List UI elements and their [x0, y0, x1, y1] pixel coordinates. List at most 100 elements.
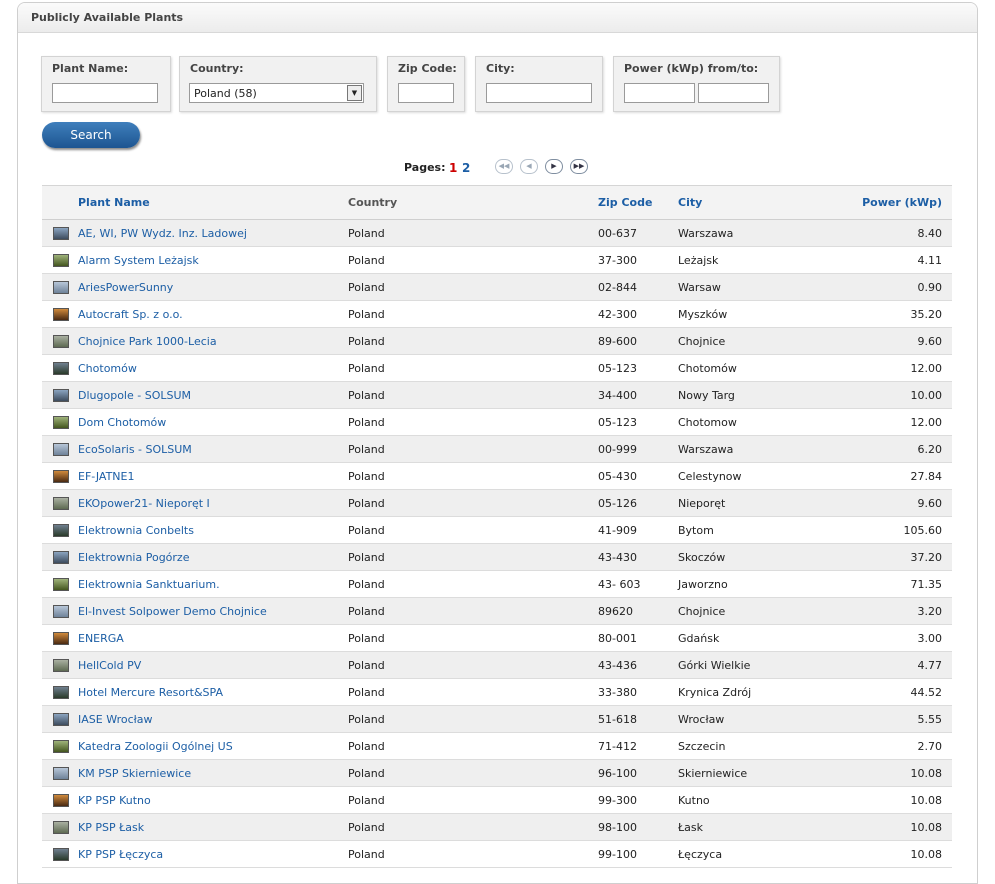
plant-thumbnail-image[interactable]	[53, 847, 69, 861]
plant-name-link[interactable]: Dom Chotomów	[78, 408, 348, 436]
plant-name-link[interactable]: KP PSP Łęczyca	[78, 840, 348, 868]
city-cell: Bytom	[678, 516, 818, 544]
prev-page-icon[interactable]: ◀	[520, 159, 538, 174]
plant-thumbnail-image[interactable]	[53, 577, 69, 591]
table-row[interactable]: Dlugopole - SOLSUM Poland 34-400 Nowy Targ 1…	[42, 381, 952, 409]
table-row[interactable]: KP PSP Kutno Poland 99-300 Kutno 10.08	[42, 786, 952, 814]
plant-name-link[interactable]: KM PSP Skierniewice	[78, 759, 348, 787]
plant-name-link[interactable]: Autocraft Sp. z o.o.	[78, 300, 348, 328]
plant-name-link[interactable]: Alarm System Leżajsk	[78, 246, 348, 274]
table-row[interactable]: EKOpower21- Nieporęt I Poland 05-126 Niepor…	[42, 489, 952, 517]
table-row[interactable]: AriesPowerSunny Poland 02-844 Warsaw 0.90	[42, 273, 952, 301]
table-row[interactable]: HellCold PV Poland 43-436 Górki Wielkie 4.77	[42, 651, 952, 679]
plant-thumbnail-image[interactable]	[53, 766, 69, 780]
table-row[interactable]: Chojnice Park 1000-Lecia Poland 89-600 Choj…	[42, 327, 952, 355]
plant-name-link[interactable]: Elektrownia Pogórze	[78, 543, 348, 571]
col-plant-name[interactable]: Plant Name	[78, 185, 348, 220]
plant-name-link[interactable]: KP PSP Łask	[78, 813, 348, 841]
plant-name-link[interactable]: Dlugopole - SOLSUM	[78, 381, 348, 409]
table-row[interactable]: IASE Wrocław Poland 51-618 Wrocław 5.55	[42, 705, 952, 733]
plant-name-link[interactable]: EF-JATNE1	[78, 462, 348, 490]
plant-name-link[interactable]: IASE Wrocław	[78, 705, 348, 733]
plant-thumbnail-image[interactable]	[53, 685, 69, 699]
col-zip-code[interactable]: Zip Code	[598, 185, 678, 220]
power-to-input[interactable]	[698, 83, 769, 103]
table-row[interactable]: Dom Chotomów Poland 05-123 Chotomow 12.00	[42, 408, 952, 436]
search-button[interactable]: Search	[42, 122, 140, 148]
plant-thumbnail-image[interactable]	[53, 631, 69, 645]
plant-thumbnail-image[interactable]	[53, 307, 69, 321]
chevron-down-icon[interactable]: ▼	[347, 85, 362, 101]
plant-thumbnail-image[interactable]	[53, 280, 69, 294]
table-row[interactable]: AE, WI, PW Wydz. Inz. Ladowej Poland 00-63…	[42, 219, 952, 247]
table-row[interactable]: Elektrownia Sanktuarium. Poland 43- 603 Jaw…	[42, 570, 952, 598]
table-row[interactable]: Alarm System Leżajsk Poland 37-300 Leżajsk 4…	[42, 246, 952, 274]
country-select[interactable]: Poland (58) ▼	[189, 83, 364, 103]
plant-name-link[interactable]: El-Invest Solpower Demo Chojnice	[78, 597, 348, 625]
power-cell: 3.00	[818, 624, 952, 652]
table-row[interactable]: Autocraft Sp. z o.o. Poland 42-300 Myszków 3…	[42, 300, 952, 328]
table-row[interactable]: KM PSP Skierniewice Poland 96-100 Skierniew…	[42, 759, 952, 787]
plant-thumbnail-image[interactable]	[53, 739, 69, 753]
first-page-icon[interactable]: ◀◀	[495, 159, 513, 174]
zip-cell: 34-400	[598, 381, 678, 409]
table-row[interactable]: Chotomów Poland 05-123 Chotomów 12.00	[42, 354, 952, 382]
power-cell: 5.55	[818, 705, 952, 733]
plant-name-link[interactable]: EcoSolaris - SOLSUM	[78, 435, 348, 463]
last-page-icon[interactable]: ▶▶	[570, 159, 588, 174]
plant-thumbnail-image[interactable]	[53, 361, 69, 375]
zip-cell: 89620	[598, 597, 678, 625]
table-row[interactable]: Elektrownia Pogórze Poland 43-430 Skoczów 37…	[42, 543, 952, 571]
plant-thumbnail-image[interactable]	[53, 658, 69, 672]
page-link-2[interactable]: 2	[462, 161, 470, 175]
power-from-input[interactable]	[624, 83, 695, 103]
plant-thumbnail-image[interactable]	[53, 388, 69, 402]
plant-thumbnail-image[interactable]	[53, 604, 69, 618]
plant-thumbnail-image[interactable]	[53, 550, 69, 564]
plant-thumbnail-image[interactable]	[53, 820, 69, 834]
table-row[interactable]: KP PSP Łask Poland 98-100 Łask 10.08	[42, 813, 952, 841]
country-cell: Poland	[348, 678, 598, 706]
table-row[interactable]: Hotel Mercure Resort&SPA Poland 33-380 Kryn…	[42, 678, 952, 706]
plant-thumbnail-image[interactable]	[53, 226, 69, 240]
plant-name-link[interactable]: KP PSP Kutno	[78, 786, 348, 814]
table-row[interactable]: Elektrownia Conbelts Poland 41-909 Bytom 105…	[42, 516, 952, 544]
plant-name-link[interactable]: Chotomów	[78, 354, 348, 382]
table-row[interactable]: Katedra Zoologii Ogólnej US Poland 71-412 S…	[42, 732, 952, 760]
plant-thumbnail-image[interactable]	[53, 523, 69, 537]
table-row[interactable]: EF-JATNE1 Poland 05-430 Celestynow 27.84	[42, 462, 952, 490]
next-page-icon[interactable]: ▶	[545, 159, 563, 174]
plant-name-link[interactable]: Chojnice Park 1000-Lecia	[78, 327, 348, 355]
plant-name-input[interactable]	[52, 83, 158, 103]
plant-name-link[interactable]: EKOpower21- Nieporęt I	[78, 489, 348, 517]
zip-input[interactable]	[398, 83, 454, 103]
table-row[interactable]: ENERGA Poland 80-001 Gdańsk 3.00	[42, 624, 952, 652]
plant-thumbnail-image[interactable]	[53, 712, 69, 726]
plant-name-link[interactable]: HellCold PV	[78, 651, 348, 679]
plant-thumbnail-image[interactable]	[53, 334, 69, 348]
table-row[interactable]: KP PSP Łęczyca Poland 99-100 Łęczyca 10.08	[42, 840, 952, 868]
plant-thumbnail-image[interactable]	[53, 253, 69, 267]
plant-name-link[interactable]: AE, WI, PW Wydz. Inz. Ladowej	[78, 219, 348, 247]
table-row[interactable]: El-Invest Solpower Demo Chojnice Poland 89…	[42, 597, 952, 625]
country-cell: Poland	[348, 597, 598, 625]
plant-name-link[interactable]: Elektrownia Sanktuarium.	[78, 570, 348, 598]
plant-name-link[interactable]: Hotel Mercure Resort&SPA	[78, 678, 348, 706]
power-cell: 6.20	[818, 435, 952, 463]
plant-thumbnail-image[interactable]	[53, 496, 69, 510]
plant-name-link[interactable]: Elektrownia Conbelts	[78, 516, 348, 544]
plant-name-link[interactable]: ENERGA	[78, 624, 348, 652]
col-city[interactable]: City	[678, 185, 818, 220]
plant-name-link[interactable]: AriesPowerSunny	[78, 273, 348, 301]
zip-cell: 80-001	[598, 624, 678, 652]
col-power[interactable]: Power (kWp)	[818, 185, 952, 220]
plant-thumbnail-image[interactable]	[53, 793, 69, 807]
country-cell: Poland	[348, 327, 598, 355]
plant-name-link[interactable]: Katedra Zoologii Ogólnej US	[78, 732, 348, 760]
plant-thumbnail-image[interactable]	[53, 415, 69, 429]
plant-thumbnail-image[interactable]	[53, 442, 69, 456]
city-input[interactable]	[486, 83, 592, 103]
table-row[interactable]: EcoSolaris - SOLSUM Poland 00-999 Warszawa 6…	[42, 435, 952, 463]
plant-thumbnail-image[interactable]	[53, 469, 69, 483]
thumb-cell	[42, 786, 78, 814]
